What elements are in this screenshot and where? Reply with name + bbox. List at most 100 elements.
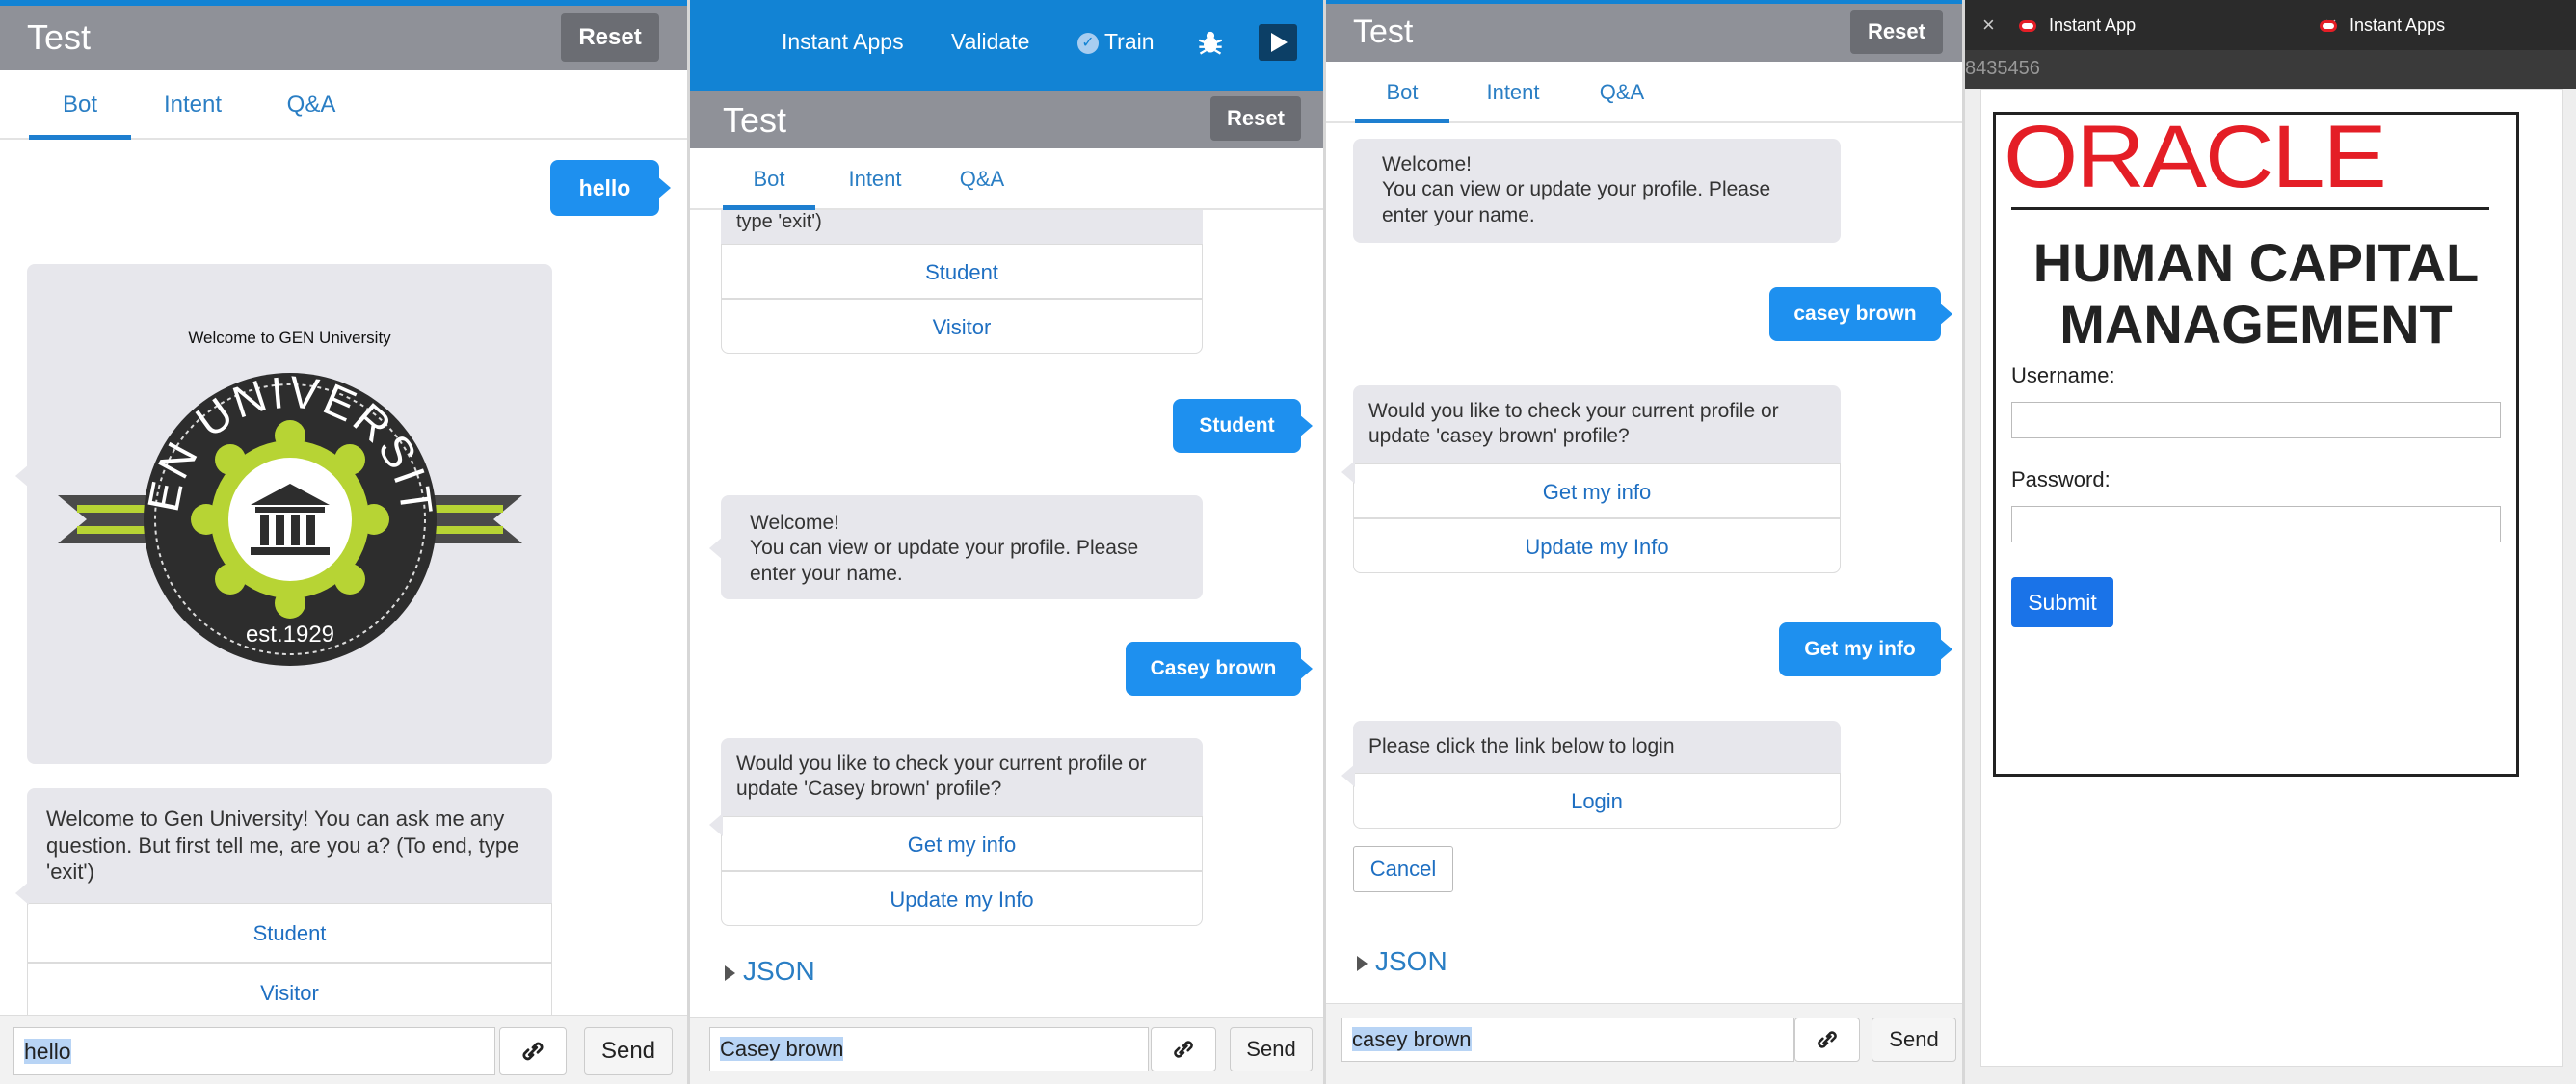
- message-input[interactable]: hello: [13, 1027, 495, 1075]
- submit-button[interactable]: Submit: [2011, 577, 2113, 627]
- chat-title: Test: [1353, 13, 1414, 50]
- action-student[interactable]: Student: [721, 244, 1203, 299]
- bot-message-profile: Would you like to check your current pro…: [1341, 385, 1841, 573]
- bot-message-cut: type 'exit') Student Visitor: [721, 210, 1203, 354]
- tab-qa[interactable]: Q&A: [939, 148, 1025, 210]
- username-label: Username:: [2011, 363, 2115, 387]
- bot-message-login-text: Please click the link below to login: [1368, 735, 1675, 757]
- validate-link[interactable]: Validate: [951, 29, 1029, 55]
- user-message-get-info: Get my info: [1779, 622, 1952, 676]
- cancel-button[interactable]: Cancel: [1353, 846, 1453, 892]
- browser-tab-instant-app[interactable]: Instant App ×: [2019, 0, 2347, 50]
- attach-link-button[interactable]: [1151, 1027, 1216, 1071]
- tab-close-icon[interactable]: ×: [1982, 0, 1995, 50]
- username-input[interactable]: [2011, 402, 2501, 438]
- bug-icon[interactable]: [1197, 29, 1224, 56]
- tab-bar: Bot Intent Q&A: [1326, 62, 1962, 123]
- tab-intent[interactable]: Intent: [145, 70, 241, 140]
- train-link[interactable]: ✓ Train: [1077, 29, 1155, 55]
- bot-message-profile: Would you like to check your current pro…: [709, 738, 1203, 926]
- json-toggle[interactable]: JSON: [725, 956, 815, 987]
- action-visitor[interactable]: Visitor: [721, 299, 1203, 354]
- link-icon: [1818, 1031, 1837, 1048]
- message-input[interactable]: Casey brown: [709, 1027, 1149, 1071]
- oracle-favicon: [2320, 20, 2337, 33]
- bot-message-cut-text: type 'exit'): [736, 211, 822, 232]
- bot-message-welcome-text: Welcome! You can view or update your pro…: [750, 512, 1139, 585]
- user-message-student: Student: [1173, 399, 1313, 453]
- tab-qa[interactable]: Q&A: [266, 70, 357, 140]
- reset-button[interactable]: Reset: [1210, 96, 1301, 141]
- instant-apps-link[interactable]: Instant Apps: [782, 29, 904, 55]
- gen-university-badge: GEN UNIVERSITY est.1929: [58, 360, 522, 666]
- attach-link-button[interactable]: [1794, 1018, 1860, 1062]
- bot-message-profile-text: Would you like to check your current pro…: [1368, 400, 1779, 448]
- check-icon: ✓: [1077, 32, 1099, 54]
- bot-message-login: Please click the link below to login Log…: [1341, 721, 1841, 830]
- bot-message-text: Welcome to Gen University! You can ask m…: [46, 806, 519, 884]
- message-input-row: hello Send: [0, 1015, 687, 1084]
- reset-button[interactable]: Reset: [1850, 10, 1943, 54]
- action-get-my-info[interactable]: Get my info: [721, 815, 1203, 871]
- chat-panel-1: Test Reset Bot Intent Q&A hello Welcome …: [0, 0, 690, 1084]
- password-label: Password:: [2011, 467, 2111, 491]
- card-caption: Welcome to GEN University: [188, 329, 391, 347]
- logo-divider: [2011, 207, 2489, 210]
- send-button[interactable]: Send: [1872, 1018, 1956, 1062]
- hcm-title: HUMAN CAPITAL MANAGEMENT: [2032, 232, 2480, 355]
- link-icon: [522, 1042, 544, 1061]
- json-toggle[interactable]: JSON: [1357, 946, 1447, 977]
- top-toolbar: Instant Apps Validate ✓ Train: [690, 0, 1323, 91]
- chat-panel-2: Instant Apps Validate ✓ Train Test Reset…: [690, 0, 1326, 1084]
- chat-panel-3: Test Reset Bot Intent Q&A Welcome! You c…: [1326, 0, 1965, 1084]
- welcome-card: Welcome to GEN University EN UNIVERSIT e…: [15, 264, 552, 764]
- tab-intent[interactable]: Intent: [827, 148, 923, 210]
- browser-tab-instant-apps[interactable]: Instant Apps: [2320, 0, 2570, 50]
- tab-qa[interactable]: Q&A: [1579, 62, 1665, 123]
- bot-message: Welcome to Gen University! You can ask m…: [15, 788, 552, 1022]
- password-input[interactable]: [2011, 506, 2501, 542]
- reset-button[interactable]: Reset: [561, 13, 659, 62]
- tab-bar: Bot Intent Q&A: [0, 70, 687, 140]
- action-visitor[interactable]: Visitor: [27, 962, 552, 1022]
- attach-link-button[interactable]: [499, 1027, 567, 1075]
- action-get-my-info[interactable]: Get my info: [1353, 463, 1841, 518]
- tab-bot[interactable]: Bot: [723, 148, 815, 210]
- bot-message-welcome: Welcome! You can view or update your pro…: [1353, 139, 1841, 243]
- oracle-favicon: [2019, 20, 2036, 33]
- login-form: ORACLE HUMAN CAPITAL MANAGEMENT Username…: [1993, 112, 2519, 777]
- action-update-my-info[interactable]: Update my Info: [1353, 517, 1841, 573]
- browser-tab-strip: × Instant App × Instant Apps: [1965, 0, 2576, 50]
- play-button[interactable]: [1259, 24, 1297, 61]
- user-message-name: casey brown: [1769, 287, 1952, 341]
- message-input-row: Casey brown Send: [690, 1017, 1323, 1084]
- message-input-row: casey brown Send: [1326, 1003, 1962, 1084]
- message-input[interactable]: casey brown: [1341, 1018, 1794, 1062]
- chat-title: Test: [723, 100, 787, 140]
- chat-title: Test: [27, 17, 92, 57]
- action-update-my-info[interactable]: Update my Info: [721, 870, 1203, 926]
- bot-message-welcome-text: Welcome! You can view or update your pro…: [1382, 153, 1771, 226]
- login-link[interactable]: Login: [1353, 773, 1841, 830]
- tab-bot[interactable]: Bot: [1355, 62, 1449, 123]
- tab-bot[interactable]: Bot: [29, 70, 131, 140]
- caret-right-icon: [725, 965, 735, 981]
- tab-intent[interactable]: Intent: [1465, 62, 1561, 123]
- chat-header: Test Reset: [690, 91, 1323, 148]
- address-bar[interactable]: 8435456: [1965, 50, 2576, 89]
- send-button[interactable]: Send: [1230, 1027, 1313, 1071]
- bot-message-profile-text: Would you like to check your current pro…: [736, 753, 1147, 801]
- tab-bar: Bot Intent Q&A: [690, 148, 1323, 210]
- link-icon: [1174, 1041, 1193, 1058]
- play-icon: [1271, 33, 1288, 52]
- chat-header: Test Reset: [0, 6, 687, 70]
- address-bar-text: 8435456: [1965, 58, 2040, 79]
- chat-header: Test Reset: [1326, 4, 1962, 62]
- browser-window: × Instant App × Instant Apps 8435456 ORA…: [1965, 0, 2576, 1084]
- user-message: hello: [550, 160, 671, 216]
- user-message-name: Casey brown: [1126, 642, 1313, 696]
- send-button[interactable]: Send: [584, 1027, 673, 1075]
- oracle-logo: ORACLE: [2004, 108, 2387, 206]
- action-student[interactable]: Student: [27, 902, 552, 963]
- bot-message-welcome: Welcome! You can view or update your pro…: [709, 495, 1203, 599]
